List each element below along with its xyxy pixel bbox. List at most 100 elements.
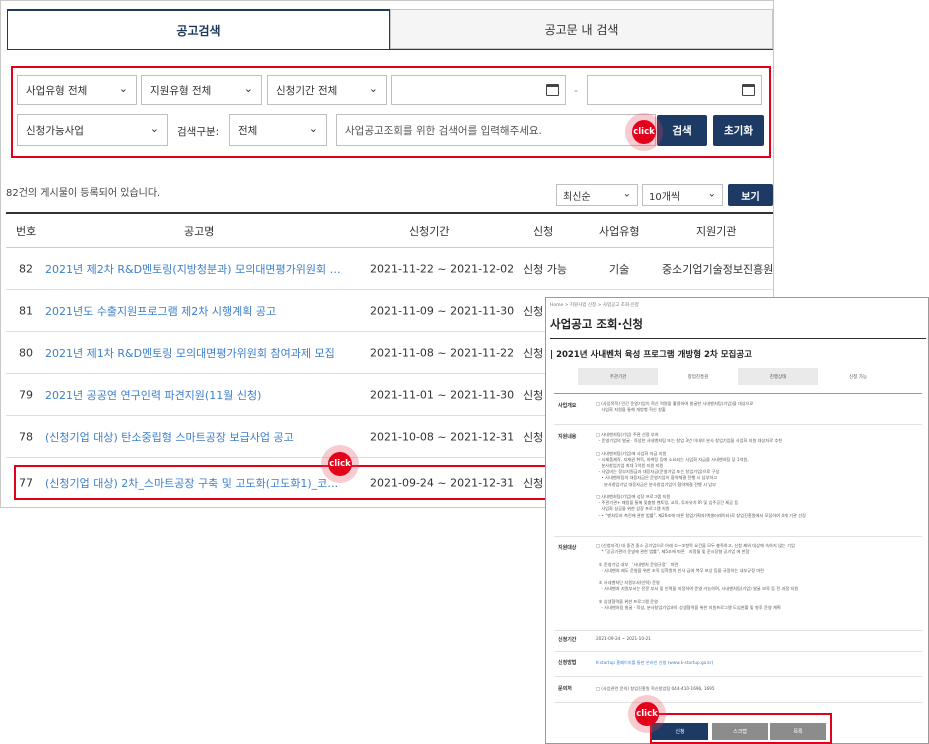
click-indicator: click [628, 695, 666, 733]
row-title-link[interactable]: 2021년도 수출지원프로그램 제2차 시행계획 공고 [45, 303, 276, 319]
header-no: 번호 [16, 224, 37, 238]
row-agency: 중소기업기술정보진흥원 [662, 262, 774, 276]
row-apply: 신청 가능 [523, 262, 567, 276]
row-title-link[interactable]: 2021년 공공연 연구인력 파견지원(11월 신청) [45, 387, 261, 403]
section-divider [554, 424, 922, 425]
section-divider [554, 651, 922, 652]
table-header: 번호 공고명 신청기간 신청 사업유형 지원기관 [6, 212, 773, 248]
table-row[interactable]: 82 2021년 제2차 R&D멘토링(지방청분과) 모의대면평가위원회 참여과… [6, 248, 774, 290]
section-label: 신청방법 [558, 660, 577, 666]
row-no: 81 [19, 304, 33, 317]
click-label: click [632, 120, 656, 144]
chevron-down-icon: ⌄ [622, 188, 631, 200]
row-title-link[interactable]: 2021년 제2차 R&D멘토링(지방청분과) 모의대면평가위원회 참여과… [45, 261, 347, 277]
keyword-placeholder: 사업공고조회를 위한 검색어를 입력해주세요. [345, 124, 542, 137]
section-divider [554, 702, 922, 703]
result-count: 82건의 게시물이 등록되어 있습니다. [6, 188, 161, 199]
start-date-input[interactable] [391, 75, 566, 105]
row-title-link[interactable]: 2021년 제1차 R&D멘토링 모의대면평가위원회 참여과제 모집 [45, 345, 335, 361]
row-no: 82 [19, 262, 33, 275]
period-select[interactable]: 신청기간 전체 ⌄ [267, 75, 387, 105]
chevron-down-icon: ⌄ [308, 122, 318, 136]
row-title-link[interactable]: (신청기업 대상) 탄소중립형 스마트공장 보급사업 공고 [45, 429, 294, 445]
section-divider [554, 630, 922, 631]
notice-info-bar: 주관기관 창업진흥원 진행상태 신청 가능 [578, 368, 898, 385]
business-type-select[interactable]: 사업유형 전체 ⌄ [17, 75, 137, 105]
section-divider [554, 393, 922, 394]
keyword-input[interactable]: 사업공고조회를 위한 검색어를 입력해주세요. [336, 114, 656, 146]
tab-notice-search[interactable]: 공고검색 [7, 9, 390, 49]
search-button[interactable]: 검색 [657, 115, 707, 146]
info-label-host: 주관기관 [578, 368, 658, 385]
row-type: 기술 [609, 262, 630, 276]
calendar-icon[interactable] [546, 84, 559, 96]
chevron-down-icon: ⌄ [149, 122, 159, 136]
click-label: click [635, 702, 659, 726]
row-no: 79 [19, 388, 33, 401]
row-period: 2021-11-08 ~ 2021-11-22 [370, 346, 515, 359]
chevron-down-icon: ⌄ [707, 188, 716, 200]
section-text: 2021-09-24 ~ 2021-10-21 [596, 636, 651, 641]
business-type-value: 사업유형 전체 [26, 84, 88, 97]
section-label: 지원대상 [558, 545, 577, 551]
page-size-select[interactable]: 10개씩 ⌄ [642, 184, 723, 206]
click-indicator: click [625, 113, 663, 151]
end-date-input[interactable] [587, 75, 762, 105]
row-apply: 신청 [523, 388, 544, 402]
section-label: 신청기간 [558, 637, 577, 643]
tab-content-search[interactable]: 공고문 내 검색 [390, 9, 773, 49]
chevron-down-icon: ⌄ [118, 82, 128, 96]
chevron-down-icon: ⌄ [243, 82, 253, 96]
sort-value: 최신순 [563, 191, 591, 203]
header-period: 신청기간 [409, 224, 450, 238]
search-scope-label: 검색구분: [177, 126, 220, 138]
row-period: 2021-11-22 ~ 2021-12-02 [370, 262, 515, 275]
row-no: 80 [19, 346, 33, 359]
click-indicator: click [321, 445, 359, 483]
section-divider [554, 536, 922, 537]
notice-detail-panel: Home > 지원사업 신청 > 사업공고 조회·신청 사업공고 조회·신청 |… [545, 297, 929, 744]
search-scope-select[interactable]: 전체 ⌄ [229, 114, 327, 146]
section-text: □ (신청자격) 대 중견 중소 공기업으로 아래 ①~③항목 요건을 모두 충… [596, 543, 799, 611]
header-title: 공고명 [184, 224, 215, 238]
row-period: 2021-10-08 ~ 2021-12-31 [370, 430, 515, 443]
applicable-value: 신청가능사업 [26, 124, 84, 137]
support-type-select[interactable]: 지원유형 전체 ⌄ [141, 75, 262, 105]
header-agency: 지원기관 [696, 224, 737, 238]
period-value: 신청기간 전체 [276, 84, 338, 97]
notice-title: | 2021년 사내벤처 육성 프로그램 개방형 2차 모집공고 [550, 350, 752, 360]
row-apply: 신청 [523, 346, 544, 360]
row-period: 2021-11-09 ~ 2021-11-30 [370, 304, 515, 317]
section-text: □ (사업목적) 민간 운영기업이 혁신 역량을 활용하여 발굴한 사내벤처팀(… [596, 401, 754, 413]
support-type-value: 지원유형 전체 [150, 84, 212, 97]
title-divider [550, 338, 926, 339]
row-highlight-box [14, 465, 548, 500]
page-title: 사업공고 조회·신청 [550, 317, 644, 331]
header-apply: 신청 [533, 224, 554, 238]
info-label-status: 진행상태 [738, 368, 818, 385]
view-button[interactable]: 보기 [728, 184, 773, 206]
click-label: click [328, 452, 352, 476]
sort-select[interactable]: 최신순 ⌄ [556, 184, 638, 206]
reset-button[interactable]: 초기화 [713, 115, 764, 146]
section-text: □ (사업관련 문의) 창업진흥원 혁신창업팀 044-410-1696, 16… [596, 686, 715, 691]
button-highlight-box [650, 713, 832, 744]
row-no: 78 [19, 430, 33, 443]
info-value-status: 신청 가능 [849, 374, 867, 380]
date-range-dash: - [574, 84, 578, 97]
row-apply: 신청 [523, 304, 544, 318]
calendar-icon[interactable] [742, 84, 755, 96]
row-period: 2021-11-01 ~ 2021-11-30 [370, 388, 515, 401]
section-text: □ 사내벤처팀(기업) 주관 선정 부여 - 운영기업의 발굴 · 육성한 사내… [596, 432, 806, 518]
section-label: 사업개요 [558, 403, 577, 409]
applicable-select[interactable]: 신청가능사업 ⌄ [17, 114, 168, 146]
info-value-host: 창업진흥원 [687, 374, 709, 380]
section-text: K-startup 홈페이지를 통한 온라인 신청 (www.k-startup… [596, 660, 714, 665]
breadcrumb: Home > 지원사업 신청 > 사업공고 조회·신청 [550, 303, 639, 308]
header-type: 사업유형 [599, 224, 640, 238]
chevron-down-icon: ⌄ [368, 82, 378, 96]
section-divider [554, 676, 922, 677]
section-label: 지원내용 [558, 434, 577, 440]
row-apply: 신청 [523, 430, 544, 444]
tab-divider [7, 49, 773, 50]
